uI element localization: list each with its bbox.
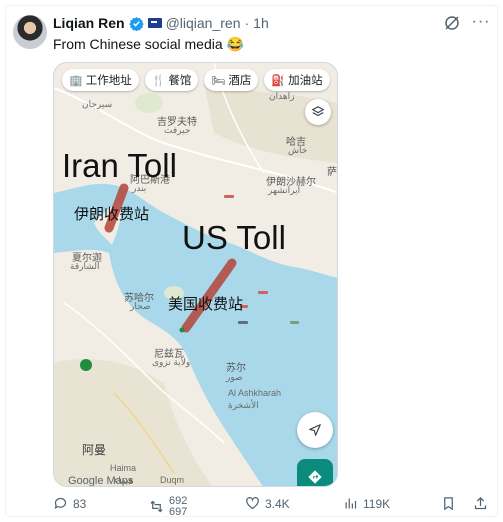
map-label-haima: Haima	[110, 463, 137, 473]
avatar[interactable]	[13, 15, 47, 49]
author-name[interactable]: Liqian Ren	[53, 15, 125, 31]
map-label: ولاية نزوى	[152, 357, 191, 367]
bookmark-icon	[444, 497, 453, 511]
like-button[interactable]: 3.4K	[245, 496, 290, 511]
map-label: صحار	[130, 301, 151, 311]
map-label: زاهدان	[269, 91, 295, 101]
map-label: الشارقة	[70, 261, 100, 271]
chip-restaurants[interactable]: 🍴 餐馆	[144, 69, 199, 91]
share-icon	[474, 496, 487, 510]
chip-work-address[interactable]: 🏢 工作地址	[62, 69, 139, 91]
chip-hotels[interactable]: 🛏 酒店	[204, 69, 259, 91]
map-label: الأشخرة	[228, 400, 259, 410]
tweet-text: From Chinese social media 😂	[53, 36, 244, 52]
chip-label: 餐馆	[168, 75, 192, 87]
like-count: 3.4K	[265, 496, 290, 511]
affiliation-flag-icon	[147, 18, 162, 28]
more-options-icon[interactable]: ···	[470, 14, 492, 32]
post-time[interactable]: 1h	[253, 15, 269, 31]
chip-label: 加油站	[288, 75, 323, 87]
repost-button[interactable]: 692 697	[149, 496, 187, 516]
directions-icon	[308, 470, 322, 484]
chip-label: 酒店	[228, 75, 252, 87]
repost-count-ticker: 692 697	[169, 496, 187, 516]
repost-icon	[150, 500, 163, 512]
chip-label: 工作地址	[85, 75, 132, 87]
layers-icon	[311, 106, 325, 117]
briefcase-icon: 🏢	[69, 74, 83, 87]
map-category-chips: 🏢 工作地址 🍴 餐馆 🛏 酒店 ⛽ 加油站	[62, 69, 330, 91]
overlay-us-toll: US Toll	[182, 219, 286, 256]
map-label: سيرجان	[82, 99, 113, 109]
directions-button[interactable]	[297, 459, 333, 486]
map-label: صور	[226, 372, 243, 382]
verified-badge-icon	[128, 16, 144, 31]
reply-button[interactable]: 83	[53, 496, 86, 511]
views-count: 119K	[363, 496, 391, 511]
views-button[interactable]: 119K	[343, 496, 390, 511]
map-label: جيرفت	[164, 125, 191, 135]
chip-gas-stations[interactable]: ⛽ 加油站	[264, 69, 330, 91]
reply-count: 83	[73, 496, 87, 511]
tweet-media-image[interactable]: 🏢 工作地址 🍴 餐馆 🛏 酒店 ⛽ 加油站 سيرجان 吉罗夫特 جيرفت…	[53, 62, 338, 487]
restaurant-icon: 🍴	[151, 74, 166, 87]
grok-icon[interactable]	[443, 14, 461, 32]
map-label-ashkharah: Al Ashkharah	[228, 388, 282, 398]
map-label-oman: 阿曼	[82, 443, 107, 457]
separator-dot: ·	[244, 15, 250, 31]
overlay-us-toll-cn: 美国收费站	[168, 296, 244, 313]
repost-count-next: 697	[169, 506, 188, 517]
overlay-iran-toll-cn: 伊朗收费站	[74, 206, 150, 223]
navigation-arrow-icon	[309, 424, 321, 436]
heart-icon	[246, 497, 259, 510]
map-label-duqm: Duqm	[160, 475, 185, 485]
share-button[interactable]	[473, 496, 488, 511]
map-label: ایرانشهر	[268, 185, 301, 195]
overlay-iran-toll: Iran Toll	[62, 147, 177, 184]
views-chart-icon	[345, 498, 357, 509]
reply-icon	[54, 497, 67, 510]
map-label: خاش	[288, 145, 308, 155]
map-layers-button[interactable]	[305, 99, 331, 125]
map-label-chabahar: 萨	[327, 167, 337, 178]
tweet-header: Liqian Ren @liqian_ren · 1h	[53, 14, 269, 32]
author-handle[interactable]: @liqian_ren	[166, 15, 241, 31]
my-location-button[interactable]	[297, 412, 333, 448]
tweet-actions: 83 692 697 3.4K 119K	[53, 496, 493, 516]
bookmark-button[interactable]	[441, 496, 456, 511]
google-maps-logo: Google Maps	[68, 475, 134, 487]
gas-station-icon: ⛽	[271, 74, 286, 87]
hotel-icon: 🛏	[211, 74, 226, 87]
